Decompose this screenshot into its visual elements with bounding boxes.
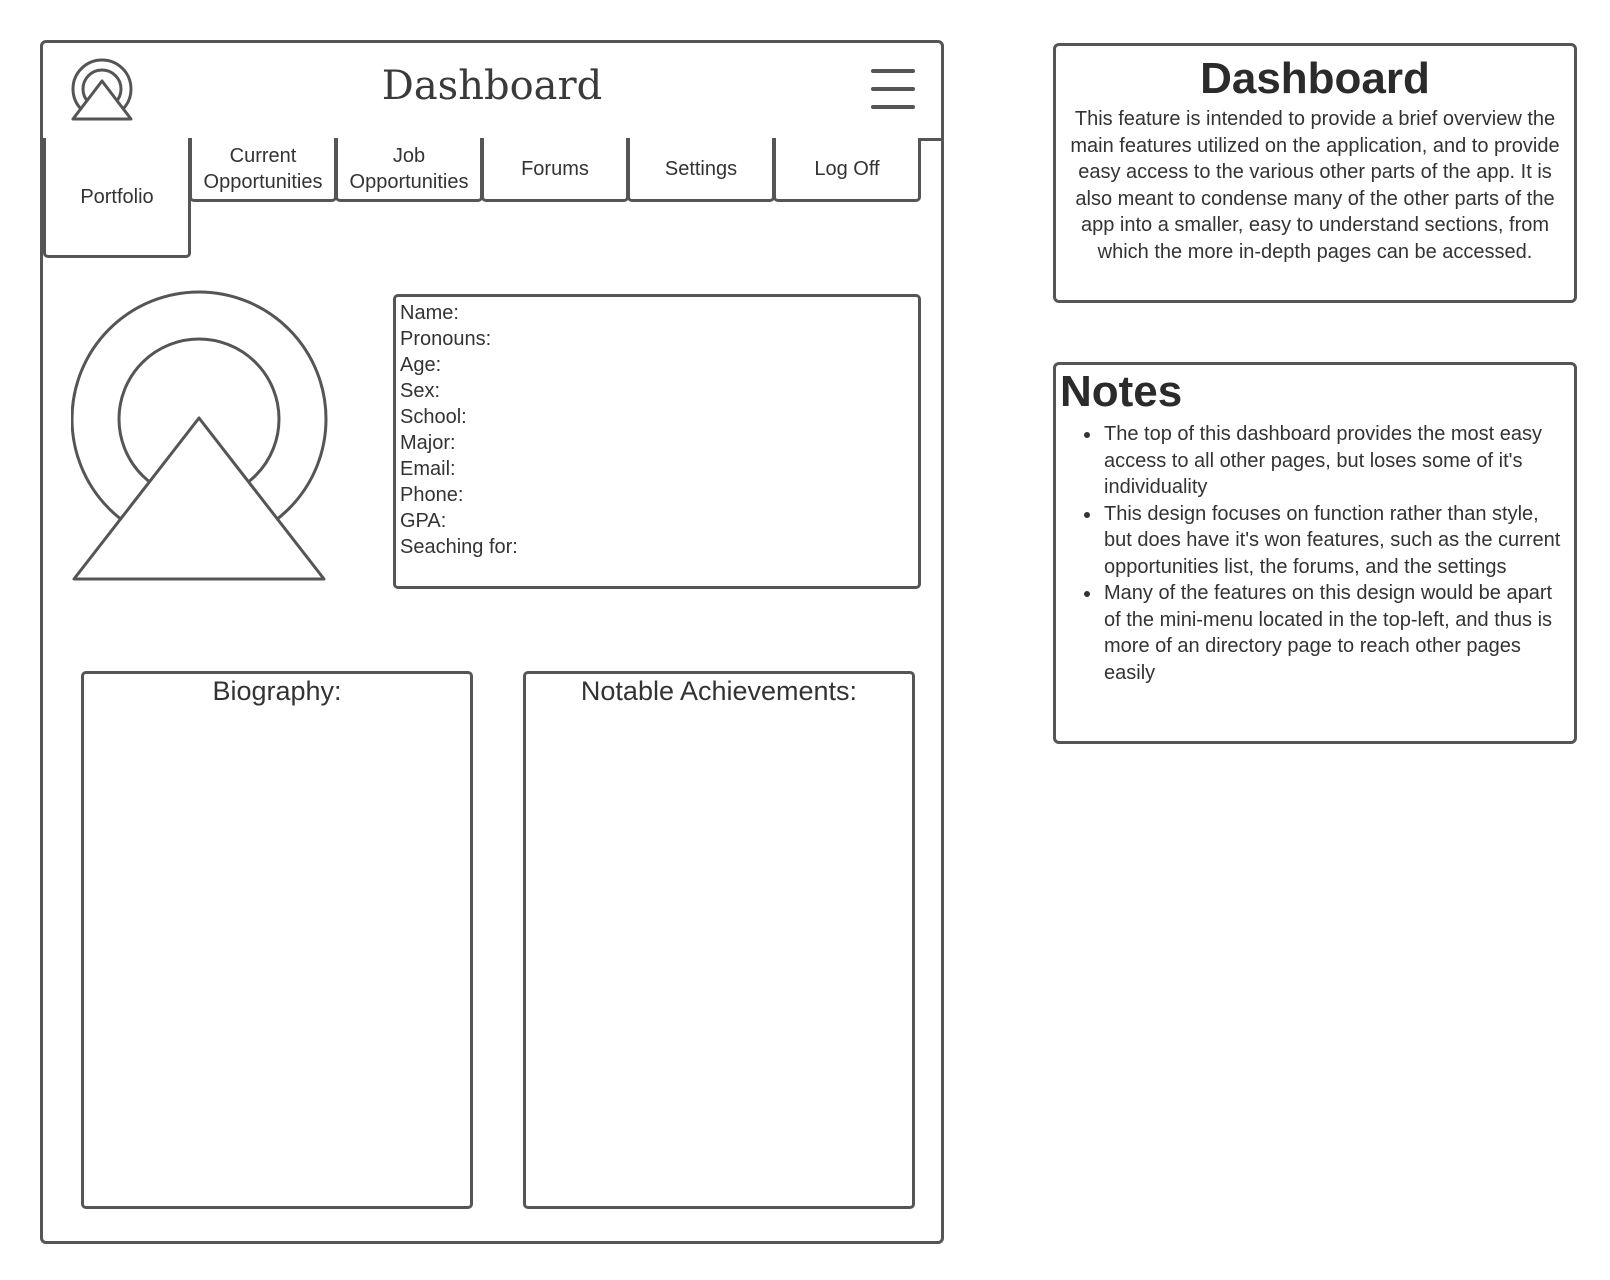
notes-list: The top of this dashboard provides the m… xyxy=(1056,421,1566,686)
description-text: This feature is intended to provide a br… xyxy=(1070,108,1560,263)
app-header: Dashboard xyxy=(43,43,941,141)
field-school: School: xyxy=(400,406,467,428)
notes-item: The top of this dashboard provides the m… xyxy=(1102,421,1566,501)
description-card: Dashboard This feature is intended to pr… xyxy=(1053,43,1577,303)
profile-info-box: Name: Pronouns: Age: Sex: School: Major:… xyxy=(393,294,921,589)
tab-label: Forums xyxy=(521,157,589,180)
field-gpa: GPA: xyxy=(400,510,447,532)
notes-item: This design focuses on function rather t… xyxy=(1102,501,1566,581)
achievements-panel[interactable]: Notable Achievements: xyxy=(523,671,915,1209)
field-age: Age: xyxy=(400,354,442,376)
tab-label: Settings xyxy=(664,157,738,180)
field-major: Major: xyxy=(400,432,456,454)
tab-job-opportunities[interactable]: Job Opportunities xyxy=(335,138,483,202)
tab-label: Job Opportunities xyxy=(349,144,469,193)
avatar-placeholder-icon xyxy=(71,290,328,581)
tab-current-opportunities[interactable]: Current Opportunities xyxy=(189,138,337,202)
field-phone: Phone: xyxy=(400,484,464,506)
field-email: Email: xyxy=(400,458,456,480)
tab-label: Log Off xyxy=(814,157,880,180)
page-title: Dashboard xyxy=(381,63,603,109)
biography-title: Biography: xyxy=(212,676,342,706)
description-title: Dashboard xyxy=(1200,54,1430,103)
tab-portfolio[interactable]: Portfolio xyxy=(43,138,191,258)
notes-item: Many of the features on this design woul… xyxy=(1102,580,1566,686)
tab-label: Current Opportunities xyxy=(203,144,323,193)
app-frame: Dashboard Portfolio Current Opportunitie… xyxy=(40,40,944,1244)
achievements-title: Notable Achievements: xyxy=(580,676,858,706)
field-searching-for: Seaching for: xyxy=(400,536,518,558)
hamburger-menu-icon[interactable] xyxy=(871,69,915,109)
tab-forums[interactable]: Forums xyxy=(481,138,629,202)
notes-title: Notes xyxy=(1060,367,1183,416)
field-sex: Sex: xyxy=(400,380,441,402)
tab-log-off[interactable]: Log Off xyxy=(773,138,921,202)
notes-card: Notes The top of this dashboard provides… xyxy=(1053,362,1577,744)
field-pronouns: Pronouns: xyxy=(400,328,492,350)
biography-panel[interactable]: Biography: xyxy=(81,671,473,1209)
tab-label: Portfolio xyxy=(80,185,154,208)
tab-settings[interactable]: Settings xyxy=(627,138,775,202)
field-name: Name: xyxy=(400,302,459,324)
